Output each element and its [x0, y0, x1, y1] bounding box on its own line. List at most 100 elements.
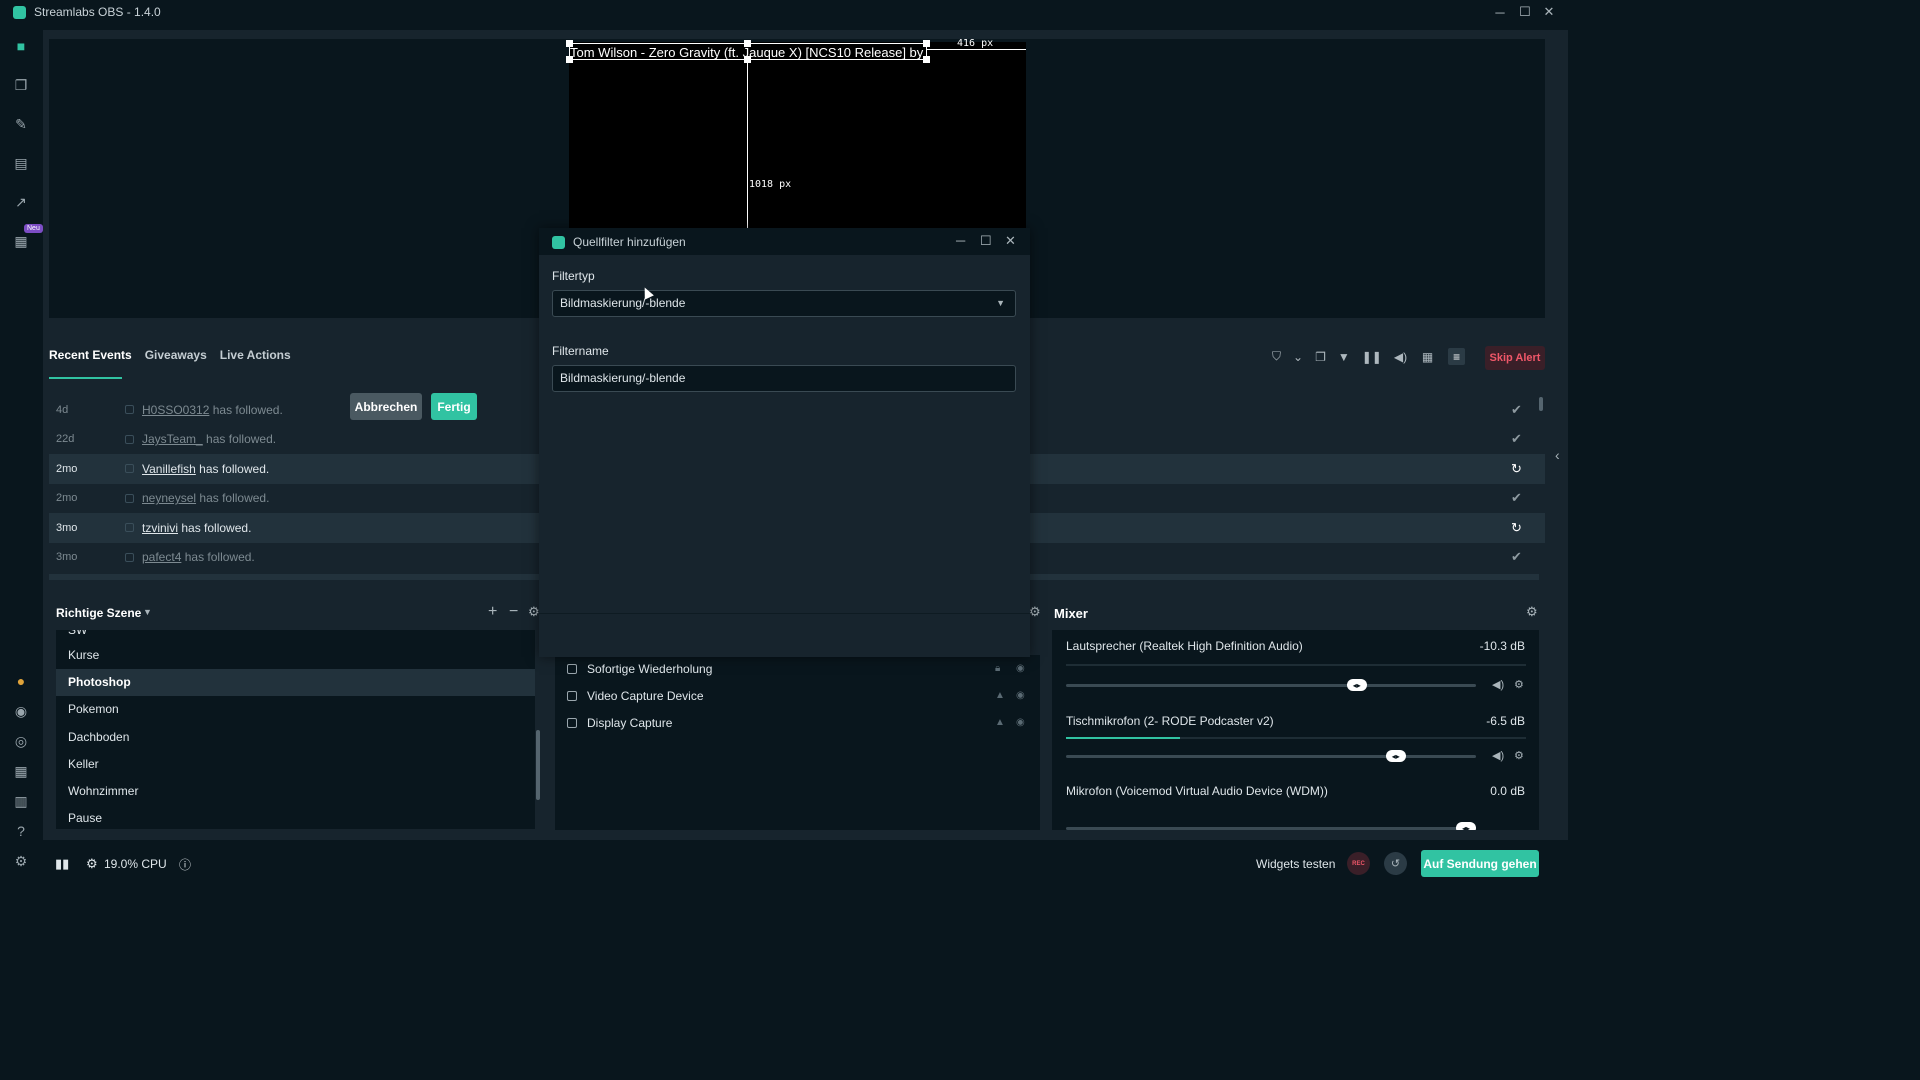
gear-icon[interactable]: ⚙ [1514, 678, 1524, 691]
tab-recent-events[interactable]: Recent Events [49, 348, 132, 362]
filtertype-select[interactable]: Bildmaskierung/-blende ▼ [552, 290, 1016, 317]
volume-icon[interactable]: ◀) [1394, 350, 1407, 364]
library-icon[interactable]: ▥ [11, 791, 31, 811]
lock-icon[interactable]: 🔒︎ [995, 663, 1000, 674]
gear-icon[interactable]: ⚙ [1514, 749, 1524, 762]
check-icon[interactable]: ✔ [1511, 431, 1522, 447]
shield-icon[interactable]: ⛉ [1272, 349, 1281, 364]
event-action: has followed. [184, 550, 255, 565]
eye-icon[interactable]: ◉ [1016, 717, 1025, 728]
event-user-link[interactable]: JaysTeam_ [142, 432, 203, 446]
close-icon[interactable]: ✕ [1537, 0, 1561, 24]
add-scene-icon[interactable]: + [488, 603, 497, 621]
scenes-scrollbar[interactable] [536, 730, 540, 800]
media-icon[interactable]: ▦ [11, 231, 31, 251]
list-item[interactable]: Video Capture Device ▲ ◉ [555, 682, 1040, 709]
lock-icon[interactable]: ▲ [995, 690, 1005, 701]
list-item[interactable]: Sofortige Wiederholung 🔒︎ ◉ [555, 655, 1040, 682]
studio-icon[interactable]: ■ [11, 36, 31, 56]
app-window: Streamlabs OBS - 1.4.0 ─ ☐ ✕ ■ ❐ ✎ ▤ ↗ ▦… [0, 0, 1568, 882]
events-scrollbar[interactable] [1539, 397, 1543, 411]
chevron-left-icon[interactable]: ‹ [1555, 447, 1560, 463]
gear-icon[interactable]: ⚙ [528, 604, 540, 620]
list-item[interactable]: Pause [56, 805, 535, 829]
performance-icon[interactable]: ▮▮ [55, 856, 69, 872]
layouts-icon[interactable]: ❐ [11, 75, 31, 95]
prime-icon[interactable]: ● [11, 671, 31, 691]
event-user-link[interactable]: Vanillefish [142, 462, 196, 476]
slider-knob[interactable]: ◂▸ [1385, 750, 1406, 762]
minimize-icon[interactable]: ─ [956, 233, 965, 248]
replay-buffer-icon[interactable]: ↺ [1384, 852, 1407, 875]
test-widgets-button[interactable]: Widgets testen [1256, 857, 1335, 871]
list-item[interactable]: Wohnzimmer [56, 778, 535, 805]
chevron-down-icon[interactable]: ⌄ [1293, 350, 1303, 364]
repeat-icon[interactable]: ↻ [1511, 520, 1522, 536]
maximize-icon[interactable]: ☐ [980, 233, 992, 249]
dialog-footer [539, 613, 1030, 657]
speaker-icon[interactable]: ◀) [1492, 749, 1504, 762]
info-icon[interactable]: ⓘ [179, 856, 191, 873]
check-icon[interactable]: ✔ [1511, 549, 1522, 565]
gear-icon[interactable]: ⚙ [1526, 604, 1538, 620]
scene-collection-title[interactable]: Richtige Szene [56, 606, 141, 620]
pause-icon[interactable]: ❚❚ [1362, 350, 1382, 364]
chevron-down-icon[interactable]: ▼ [143, 607, 152, 617]
eye-icon[interactable]: ◉ [1016, 663, 1025, 674]
list-item[interactable]: Kurse [56, 642, 535, 669]
stats-icon[interactable]: ↗ [11, 192, 31, 212]
store-icon[interactable]: ▤ [11, 153, 31, 173]
list-item[interactable]: Pokemon [56, 696, 535, 723]
resize-handle[interactable] [566, 40, 573, 47]
list-item[interactable]: Photoshop [56, 669, 535, 697]
remove-scene-icon[interactable]: − [509, 603, 518, 621]
themes-icon[interactable]: ✎ [11, 114, 31, 134]
list-view-icon[interactable]: ≡ [1448, 348, 1466, 365]
resize-handle[interactable] [744, 40, 751, 47]
repeat-icon[interactable]: ↻ [1511, 461, 1522, 477]
settings-icon[interactable]: ⚙ [11, 851, 31, 871]
check-icon[interactable]: ✔ [1511, 402, 1522, 418]
skip-alert-button[interactable]: Skip Alert [1485, 346, 1545, 370]
grid-view-icon[interactable]: ▦ [1419, 348, 1436, 365]
eye-icon[interactable]: ◉ [1016, 690, 1025, 701]
minimize-icon[interactable]: ─ [1488, 0, 1512, 24]
event-user-link[interactable]: pafect4 [142, 550, 181, 564]
tab-giveaways[interactable]: Giveaways [145, 348, 207, 362]
list-item[interactable]: Display Capture ▲ ◉ [555, 709, 1040, 736]
event-user-link[interactable]: neyneysel [142, 491, 196, 505]
help-icon[interactable]: ? [11, 821, 31, 841]
filter-icon[interactable]: ▼ [1338, 350, 1350, 364]
record-button[interactable]: REC [1347, 852, 1370, 875]
filtername-input[interactable]: Bildmaskierung/-blende [552, 365, 1016, 392]
play-icon[interactable]: ◉ [11, 701, 31, 721]
event-user-link[interactable]: tzvinivi [142, 521, 178, 535]
event-user-link[interactable]: H0SSO0312 [142, 403, 209, 417]
volume-slider[interactable] [1066, 755, 1476, 758]
tab-live-actions[interactable]: Live Actions [220, 348, 291, 362]
chat-icon[interactable]: ◎ [11, 731, 31, 751]
list-item[interactable]: Dachboden [56, 724, 535, 751]
done-button[interactable]: Fertig [431, 393, 477, 420]
stream-canvas[interactable] [569, 42, 1026, 232]
gear-icon[interactable]: ⚙ [1029, 604, 1041, 620]
grid-icon[interactable]: ▦ [11, 761, 31, 781]
list-item[interactable]: Keller [56, 751, 535, 778]
speaker-icon[interactable]: ◀) [1492, 678, 1504, 691]
slider-knob[interactable]: ◂▸ [1346, 679, 1367, 691]
resize-handle[interactable] [566, 56, 573, 63]
maximize-icon[interactable]: ☐ [1513, 0, 1537, 24]
resize-handle[interactable] [923, 40, 930, 47]
volume-slider[interactable] [1066, 827, 1476, 830]
volume-slider[interactable] [1066, 684, 1476, 687]
cancel-button[interactable]: Abbrechen [350, 393, 422, 420]
check-icon[interactable]: ✔ [1511, 490, 1522, 506]
resize-handle[interactable] [923, 56, 930, 63]
lock-icon[interactable]: ▲ [995, 717, 1005, 728]
slider-knob[interactable]: ◂▸ [1456, 822, 1476, 830]
close-icon[interactable]: ✕ [1005, 233, 1016, 249]
copy-icon[interactable]: ❐ [1315, 350, 1326, 364]
go-live-button[interactable]: Auf Sendung gehen [1421, 850, 1539, 877]
list-item[interactable]: SW [56, 630, 535, 642]
event-action: has followed. [206, 432, 277, 447]
